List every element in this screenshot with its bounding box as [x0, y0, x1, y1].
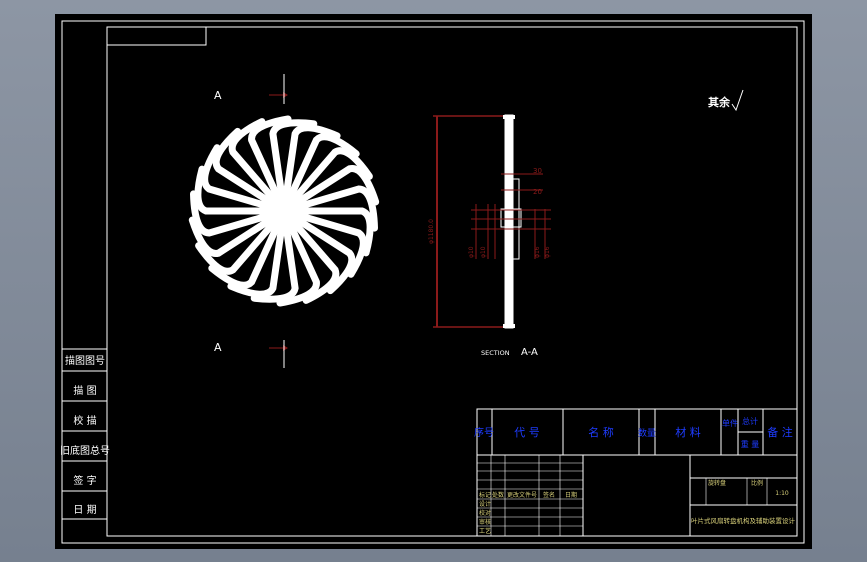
dim-small-1: φ10: [468, 246, 475, 258]
impeller-hub: [270, 197, 298, 225]
role-label-review: 审核: [479, 518, 491, 526]
bom-col-remarks: 备 注: [767, 425, 793, 439]
dim-small-2: φ10: [480, 246, 487, 258]
role-label-process: 工艺: [479, 527, 491, 535]
sign-label-signature: 签名: [543, 491, 555, 499]
dim-overall: φ1180.0: [428, 219, 435, 244]
left-cell-1: 描 图: [73, 384, 96, 397]
bom-col-qty: 数量: [638, 427, 656, 439]
left-cell-5: 日 期: [73, 504, 96, 516]
section-view: 30 20 φ1180.0 φ10 φ10 φ16 φ16 SECTION A-…: [428, 114, 551, 358]
bom-col-index: 序号: [474, 426, 494, 439]
left-cell-2: 校 描: [73, 414, 96, 427]
bom-col-single: 单件: [722, 418, 738, 428]
section-caption-letters: A-A: [521, 347, 538, 358]
sign-label-date: 日期: [565, 491, 577, 499]
sheet-label: 1:10: [775, 490, 789, 497]
dim-30: 30: [533, 167, 542, 175]
section-marker-bottom: A: [214, 340, 288, 368]
left-cell-4: 签 字: [73, 474, 96, 487]
left-cell-3: 旧底图总号: [60, 444, 110, 457]
left-cell-0: 描图图号: [65, 354, 105, 367]
project-title: 叶片式风扇转盘机构及辅助装置设计: [691, 516, 796, 525]
drawing-sheet: 描图图号 描 图 校 描 旧底图总号 签 字 日 期 A A 30 20 φ11…: [55, 14, 812, 549]
section-letter-bottom: A: [214, 341, 222, 354]
title-block: 序号 代 号 名 称 数量 材 料 单件 总计 重 量 备 注 标记 处数 更改…: [474, 408, 798, 537]
bom-col-code: 代 号: [514, 426, 540, 439]
drawing-title-short: 旋转盘: [708, 479, 726, 487]
scale-label: 比例: [751, 479, 763, 487]
drawing-canvas: 描图图号 描 图 校 描 旧底图总号 签 字 日 期 A A 30 20 φ11…: [60, 20, 805, 544]
surface-finish-note: 其余: [708, 89, 744, 112]
inner-frame: [106, 26, 798, 537]
bom-col-material: 材 料: [675, 425, 701, 439]
impeller-front-view: [188, 115, 380, 307]
left-column: 描图图号 描 图 校 描 旧底图总号 签 字 日 期: [60, 348, 110, 520]
sign-label-mark: 标记: [479, 491, 491, 499]
sign-label-count: 处数: [492, 491, 504, 499]
dim-small-4: φ16: [544, 246, 551, 258]
section-letter-top: A: [214, 89, 222, 102]
section-marker-top: A: [214, 74, 288, 104]
sign-label-doc: 更改文件号: [507, 491, 537, 499]
role-label-check: 校对: [479, 509, 491, 517]
dim-20: 20: [533, 188, 542, 196]
bom-col-total: 总计: [742, 416, 758, 426]
role-label-design: 设计: [479, 500, 491, 508]
bom-col-name: 名 称: [588, 425, 614, 439]
disc-section: [504, 114, 514, 329]
outer-border: [61, 20, 805, 544]
surface-note-text: 其余: [708, 95, 731, 109]
top-left-box: [106, 26, 207, 46]
dim-small-3: φ16: [534, 246, 541, 258]
section-caption-prefix: SECTION: [481, 349, 510, 357]
bom-col-weight: 重 量: [741, 439, 760, 449]
